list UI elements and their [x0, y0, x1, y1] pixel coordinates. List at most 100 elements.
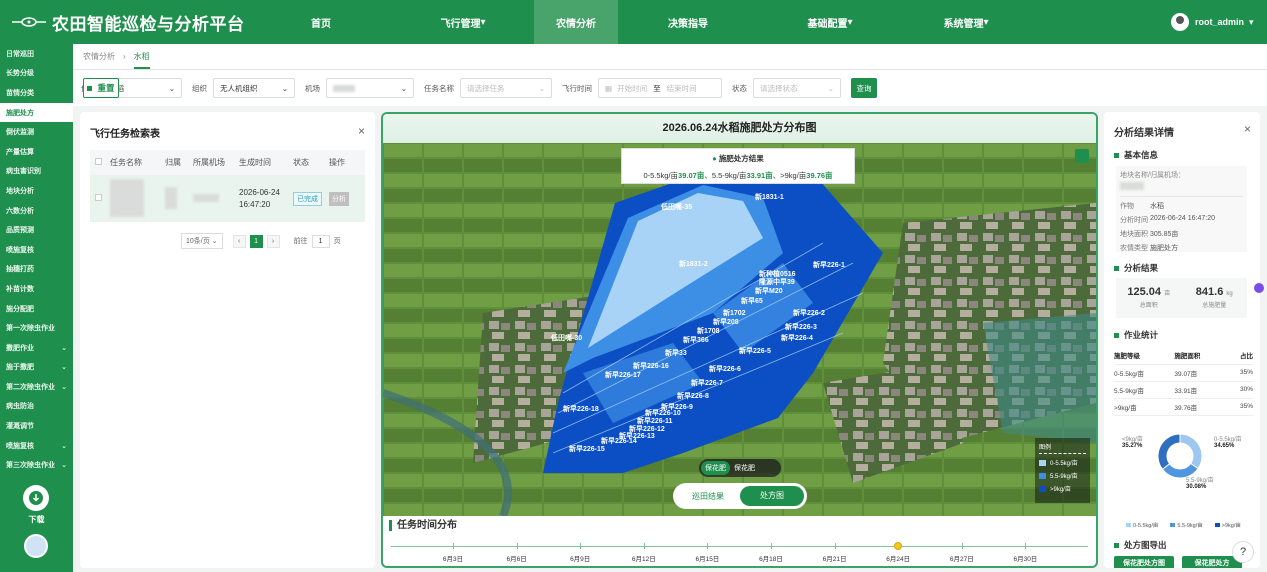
plot-label[interactable]: 新早33	[665, 348, 687, 357]
nav-item[interactable]: 决策指导	[618, 0, 758, 44]
plot-label[interactable]: 新早226-6	[709, 364, 741, 373]
sidebar-item[interactable]: 长势分级	[0, 64, 73, 84]
org-select[interactable]: 无人机组织 ⌄	[213, 78, 295, 98]
fert-type-option-active[interactable]: 保花肥	[701, 461, 730, 475]
donut-slice[interactable]	[1157, 433, 1181, 470]
timeline-tick-label[interactable]: 6月27日	[950, 553, 974, 563]
plot-label[interactable]: 新早226-15	[569, 444, 605, 453]
timeline-tick-label[interactable]: 6月18日	[759, 553, 783, 563]
table-row[interactable]: 2026-06-24 16:47:20 已完成 分析	[90, 175, 365, 222]
timeline-tick-label[interactable]: 6月12日	[632, 553, 656, 563]
fullscreen-icon[interactable]	[1075, 149, 1089, 163]
help-icon[interactable]: ?	[1232, 541, 1254, 563]
status-select[interactable]: 请选择状态 ⌄	[753, 78, 841, 98]
task-select[interactable]: 请选择任务 ⌄	[460, 78, 552, 98]
sidebar-item[interactable]: 第三次除虫作业 ⌄	[0, 455, 73, 475]
assistant-robot-icon[interactable]	[24, 534, 48, 558]
timeline-tick-label[interactable]: 6月30日	[1013, 553, 1037, 563]
sidebar-item[interactable]: 品质预测	[0, 220, 73, 240]
next-page-icon[interactable]: ›	[266, 234, 280, 248]
app-logo[interactable]: 农田智能巡检与分析平台	[0, 10, 250, 35]
sidebar-item[interactable]: 病虫防治	[0, 397, 73, 417]
assistant-float-icon[interactable]	[1254, 283, 1264, 293]
sidebar-item[interactable]: 第一次除虫作业	[0, 318, 73, 338]
plot-label[interactable]: 新早M20	[755, 286, 783, 295]
timeline-tick-label[interactable]: 6月21日	[823, 553, 847, 563]
plot-label[interactable]: 新早226-10	[645, 408, 681, 417]
plot-label[interactable]: 低田嘴-30	[550, 333, 582, 342]
plot-label[interactable]: 新1708	[697, 326, 720, 335]
plot-label[interactable]: 新早366	[683, 335, 709, 344]
sidebar-item[interactable]: 病虫害识别	[0, 162, 73, 182]
date-range-picker[interactable]: ▦ 开始时间 至 结束时间	[598, 78, 722, 98]
sidebar-item[interactable]: 施于撒肥 ⌄	[0, 358, 73, 378]
page-size-select[interactable]: 10条/页 ⌄	[181, 233, 223, 249]
timeline-tick-label[interactable]: 6月3日	[443, 553, 463, 563]
sidebar-item[interactable]: 倒伏监测	[0, 122, 73, 142]
sidebar-item[interactable]: 六数分析	[0, 201, 73, 221]
plot-label[interactable]: 新早226-1	[813, 260, 845, 269]
plot-label[interactable]: 新早226-18	[563, 404, 599, 413]
plot-label[interactable]: 隆源中早39	[759, 277, 795, 286]
export-prescription-map-button[interactable]: 保花肥处方图	[1114, 556, 1174, 568]
timeline-active-marker[interactable]	[894, 542, 903, 550]
plot-label[interactable]: 新早208	[713, 317, 739, 326]
sidebar-item[interactable]: 苗情分类	[0, 83, 73, 103]
row-checkbox[interactable]	[95, 194, 102, 201]
close-icon[interactable]: ×	[358, 124, 365, 138]
sidebar-item[interactable]: 第二次除虫作业 ⌄	[0, 377, 73, 397]
nav-item[interactable]: 飞行管理 ▾	[392, 0, 534, 44]
sidebar-item[interactable]: 喷施复核	[0, 240, 73, 260]
sidebar-item[interactable]: 施肥处方	[0, 102, 73, 123]
prev-page-icon[interactable]: ‹	[232, 234, 246, 248]
sidebar-item[interactable]: 地块分析	[0, 181, 73, 201]
goto-input[interactable]: 1	[311, 234, 330, 248]
select-all-checkbox[interactable]	[95, 158, 102, 165]
sidebar-item[interactable]: 灌溉调节	[0, 416, 73, 436]
view-toggle[interactable]: 巡田结果 处方图	[673, 483, 807, 509]
user-menu[interactable]: root_admin ▾	[1171, 13, 1267, 31]
plot-label[interactable]: 新早65	[741, 296, 763, 305]
nav-item[interactable]: 首页	[250, 0, 392, 44]
plot-label[interactable]: 新早226-11	[637, 416, 673, 425]
prescription-map[interactable]: 低田嘴-35 新1831-1 新1831-2 新早226-1 新种植0516 隆源中早39…	[383, 143, 1096, 516]
fert-type-option[interactable]: 保花肥	[734, 463, 755, 473]
plot-label[interactable]: 新早226-17	[605, 370, 641, 379]
plot-label[interactable]: 新种植0516	[759, 269, 796, 278]
timeline-tick-label[interactable]: 6月24日	[886, 553, 910, 563]
reset-button[interactable]: 重置	[83, 78, 119, 98]
breadcrumb-current[interactable]: 水稻	[133, 45, 150, 69]
timeline-tick-label[interactable]: 6月9日	[570, 553, 590, 563]
airport-select[interactable]: ⌄	[326, 78, 414, 98]
close-icon[interactable]: ×	[1244, 122, 1251, 136]
sidebar-item[interactable]: 喷施复核 ⌄	[0, 436, 73, 456]
prescription-map-tab[interactable]: 处方图	[740, 486, 804, 506]
plot-label[interactable]: 新早226-16	[633, 361, 669, 370]
sidebar-item[interactable]: 撒肥作业 ⌄	[0, 338, 73, 358]
download-button[interactable]	[23, 485, 49, 511]
plot-label[interactable]: 新早226-2	[793, 308, 825, 317]
nav-item[interactable]: 系统管理 ▾	[902, 0, 1030, 44]
plot-label[interactable]: 新早226-12	[629, 424, 665, 433]
plot-label[interactable]: 新早226-8	[677, 391, 709, 400]
plot-label[interactable]: 新早226-5	[739, 346, 771, 355]
inspection-result-tab[interactable]: 巡田结果	[676, 491, 740, 502]
plot-label[interactable]: 新早226-4	[781, 333, 813, 342]
nav-item[interactable]: 基础配置 ▾	[758, 0, 902, 44]
timeline-tick-label[interactable]: 6月15日	[695, 553, 719, 563]
breadcrumb-parent[interactable]: 农情分析	[83, 51, 115, 62]
plot-label[interactable]: 新早226-7	[691, 378, 723, 387]
plot-label[interactable]: 新早226-3	[785, 322, 817, 331]
sidebar-item[interactable]: 抽穗打药	[0, 260, 73, 280]
timeline-tick-label[interactable]: 6月6日	[506, 553, 526, 563]
sidebar-item[interactable]: 施分配肥	[0, 299, 73, 319]
sidebar-item[interactable]: 日常巡田	[0, 44, 73, 64]
sidebar-item[interactable]: 补苗计数	[0, 279, 73, 299]
analyze-button[interactable]: 分析	[329, 191, 349, 206]
plot-label[interactable]: 新1831-1	[755, 192, 784, 201]
sidebar-item[interactable]: 产量估算	[0, 142, 73, 162]
page-number[interactable]: 1	[249, 234, 263, 248]
query-button[interactable]: 查询	[851, 78, 877, 98]
plot-label[interactable]: 新早226-14	[601, 436, 637, 445]
nav-item[interactable]: 农情分析	[534, 0, 618, 44]
